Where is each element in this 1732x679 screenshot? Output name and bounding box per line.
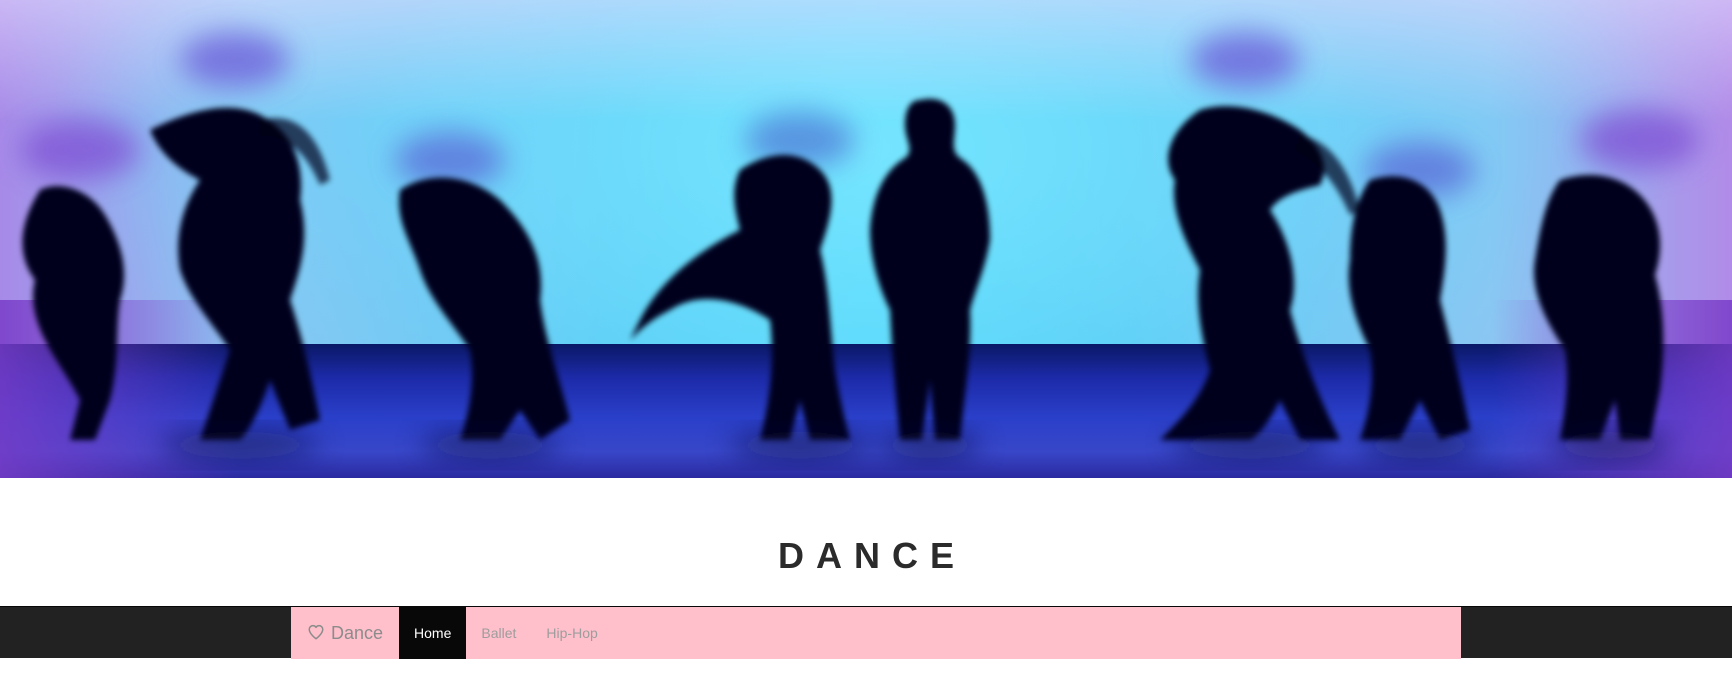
nav-item-home[interactable]: Home xyxy=(399,607,467,659)
dancers-silhouettes xyxy=(20,32,1700,459)
navbar-brand-label: Dance xyxy=(331,622,384,643)
navbar-brand[interactable]: Dance xyxy=(291,607,399,659)
page: DANCE Dance Home Ballet Hip-Hop xyxy=(0,0,1732,679)
hero-image xyxy=(0,0,1732,478)
navbar-container: Dance Home Ballet Hip-Hop xyxy=(291,607,1461,659)
navbar: Dance Home Ballet Hip-Hop xyxy=(0,606,1732,659)
heart-icon xyxy=(307,623,325,641)
site-title: DANCE xyxy=(777,535,966,576)
nav-item-hip-hop[interactable]: Hip-Hop xyxy=(531,607,612,659)
nav-item-ballet[interactable]: Ballet xyxy=(466,607,531,659)
